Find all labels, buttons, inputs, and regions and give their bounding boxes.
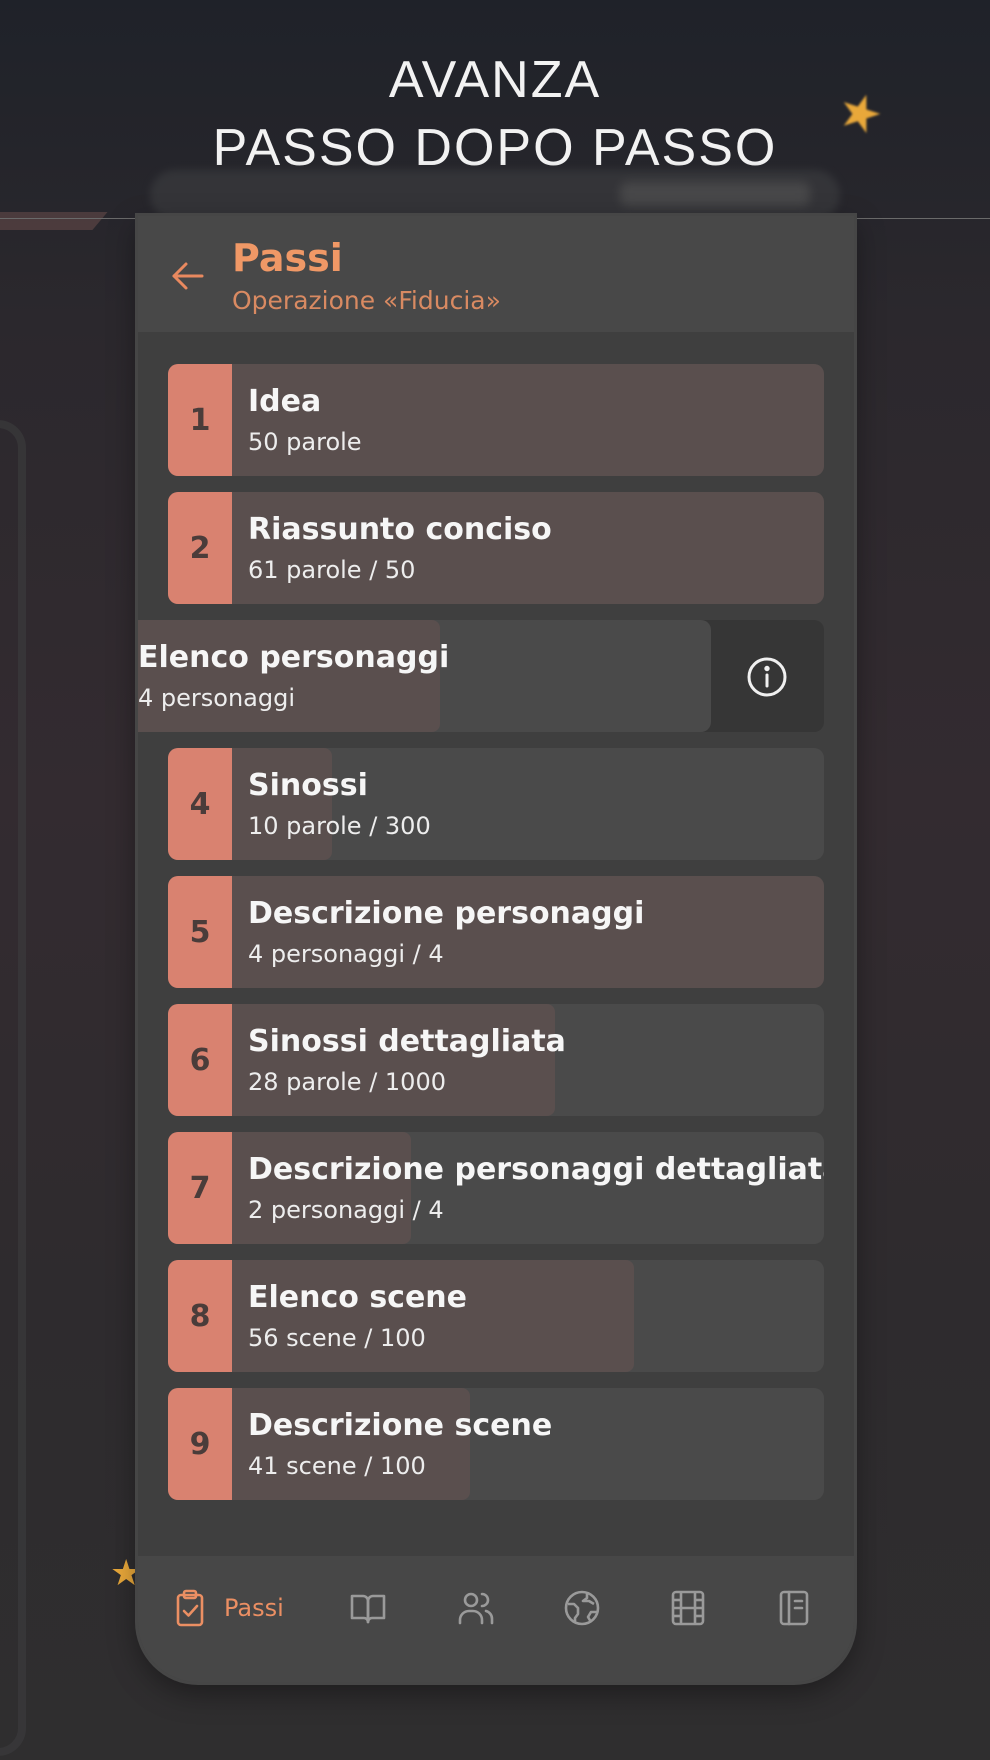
- progress-fill: [168, 492, 824, 604]
- step-title: Descrizione personaggi dettagliata: [248, 1152, 824, 1187]
- step-card[interactable]: 4 Sinossi 10 parole / 300: [168, 748, 824, 860]
- nav-item-notes[interactable]: [774, 1586, 814, 1630]
- step-card[interactable]: 7 Descrizione personaggi dettagliata 2 p…: [168, 1132, 824, 1244]
- step-title: Sinossi dettagliata: [248, 1024, 566, 1059]
- step-row-swiped[interactable]: Elenco personaggi 4 personaggi: [138, 620, 824, 732]
- info-icon: [747, 657, 787, 697]
- nav-item-book[interactable]: [348, 1586, 388, 1630]
- step-card[interactable]: Elenco personaggi 4 personaggi: [138, 620, 711, 732]
- step-detail: 56 scene / 100: [248, 1324, 426, 1352]
- book-open-icon: [350, 1594, 386, 1624]
- step-title: Descrizione personaggi: [248, 896, 645, 931]
- step-title: Elenco scene: [248, 1280, 468, 1315]
- step-detail: 4 personaggi: [138, 684, 296, 712]
- step-number: 5: [168, 876, 232, 988]
- page-subtitle: Operazione «Fiducia»: [232, 286, 501, 315]
- step-card[interactable]: 5 Descrizione personaggi 4 personaggi / …: [168, 876, 824, 988]
- background-device-outline: [0, 420, 26, 1756]
- step-detail: 2 personaggi / 4: [248, 1196, 444, 1224]
- step-card[interactable]: 8 Elenco scene 56 scene / 100: [168, 1260, 824, 1372]
- step-number: 7: [168, 1132, 232, 1244]
- step-title: Idea: [248, 384, 322, 419]
- step-card[interactable]: 1 Idea 50 parole: [168, 364, 824, 476]
- nav-item-world[interactable]: [562, 1586, 602, 1630]
- app-bar: Passi Operazione «Fiducia»: [138, 216, 854, 332]
- step-number: 8: [168, 1260, 232, 1372]
- step-title: Sinossi: [248, 768, 368, 803]
- step-number: 6: [168, 1004, 232, 1116]
- step-detail: 41 scene / 100: [248, 1452, 426, 1480]
- nav-item-passi[interactable]: Passi: [170, 1586, 284, 1630]
- step-detail: 50 parole: [248, 428, 362, 456]
- step-detail: 28 parole / 1000: [248, 1068, 446, 1096]
- step-detail: 61 parole / 50: [248, 556, 416, 584]
- step-number: 2: [168, 492, 232, 604]
- step-card[interactable]: 2 Riassunto conciso 61 parole / 50: [168, 492, 824, 604]
- clipboard-check-icon: [176, 1589, 204, 1627]
- blurred-status-icons: [620, 182, 810, 206]
- progress-fill: [138, 620, 440, 732]
- promo-headline: AVANZA PASSO DOPO PASSO: [0, 46, 990, 182]
- step-card[interactable]: 9 Descrizione scene 41 scene / 100: [168, 1388, 824, 1500]
- globe-icon: [564, 1590, 600, 1626]
- nav-item-characters[interactable]: [456, 1586, 496, 1630]
- page-title: Passi: [232, 236, 343, 280]
- bottom-navigation: Passi: [138, 1556, 854, 1682]
- step-title: Riassunto conciso: [248, 512, 552, 547]
- users-icon: [458, 1592, 494, 1625]
- notebook-icon: [779, 1590, 809, 1626]
- step-detail: 10 parole / 300: [248, 812, 431, 840]
- back-button[interactable]: [168, 256, 208, 296]
- progress-fill: [168, 1260, 634, 1372]
- film-icon: [671, 1590, 705, 1626]
- info-button[interactable]: [746, 656, 788, 698]
- progress-fill: [168, 364, 824, 476]
- promo-line-1: AVANZA: [388, 51, 602, 109]
- step-title: Descrizione scene: [248, 1408, 553, 1443]
- nav-item-scenes[interactable]: [668, 1586, 708, 1630]
- step-number: 4: [168, 748, 232, 860]
- step-number: 9: [168, 1388, 232, 1500]
- progress-fill: [168, 876, 824, 988]
- step-title: Elenco personaggi: [138, 640, 450, 675]
- arrow-left-icon: [172, 262, 204, 290]
- step-detail: 4 personaggi / 4: [248, 940, 444, 968]
- background-shape: [0, 212, 108, 230]
- phone-screen: Passi Operazione «Fiducia» 1 Idea 50 par…: [138, 216, 854, 1682]
- step-card[interactable]: 6 Sinossi dettagliata 28 parole / 1000: [168, 1004, 824, 1116]
- nav-label: Passi: [224, 1594, 284, 1622]
- step-number: 1: [168, 364, 232, 476]
